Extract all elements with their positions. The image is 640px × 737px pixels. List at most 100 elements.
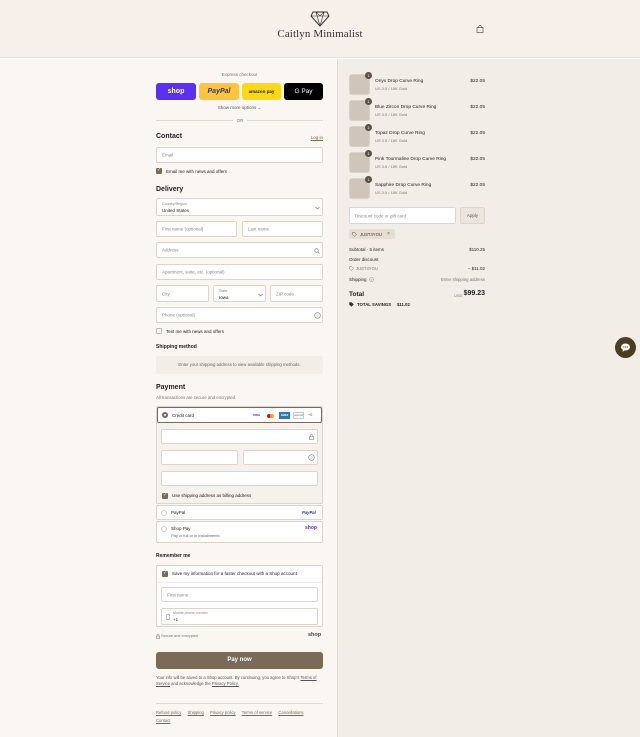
credit-card-option[interactable]: Credit card VISA AMEX DISCOVER +5	[157, 407, 322, 423]
chevron-down-icon	[258, 293, 263, 297]
legal-and: and acknowledge the	[171, 681, 211, 686]
product-thumbnail: 1	[349, 72, 372, 95]
email-news-checkbox[interactable]	[156, 167, 162, 174]
email-placeholder: Email	[162, 152, 174, 158]
first-name-placeholder: First name (optional)	[162, 226, 204, 232]
footer-link-privacy-policy[interactable]: Privacy policy	[210, 710, 236, 715]
site-header: Caitlyn Minimalist	[0, 0, 640, 58]
footer-link-terms-of-service[interactable]: Terms of service	[242, 710, 272, 715]
diamond-logo-icon	[310, 11, 330, 27]
footer-link-cancellations[interactable]: Cancellations	[278, 710, 303, 715]
text-news-checkbox[interactable]	[156, 328, 162, 334]
show-more-options-link[interactable]: Show more options ⌄	[156, 105, 323, 111]
mobile-phone-value: +1	[173, 617, 179, 622]
footer-link-refund-policy[interactable]: Refund policy	[156, 710, 181, 715]
product-thumbnail: 1	[349, 124, 372, 147]
savings-tag-icon	[349, 302, 354, 307]
divider	[157, 582, 322, 583]
login-link[interactable]: Log in	[300, 135, 323, 140]
paypal-radio[interactable]	[161, 510, 167, 516]
card-number-field[interactable]	[161, 429, 318, 444]
subtotal-value: $110.25	[469, 247, 485, 252]
product-variant: US 3.5 / 18K Gold	[375, 112, 408, 117]
product-thumbnail: 1	[349, 150, 372, 173]
product-price: $22.05	[470, 79, 485, 84]
payment-heading: Payment	[156, 384, 186, 391]
phone-field[interactable]: Phone (optional) ?	[156, 307, 323, 323]
state-select[interactable]: State Iowa	[213, 285, 266, 302]
shop-pay-button[interactable]: shop	[156, 83, 196, 100]
contact-heading: Contact	[156, 133, 183, 140]
country-label: Country/Region	[162, 202, 187, 206]
secure-text: Secure and encrypted	[161, 634, 199, 638]
email-field[interactable]: Email	[156, 147, 323, 163]
quantity-badge: 1	[365, 124, 372, 131]
text-news-label: Text me with news and offers	[166, 329, 224, 334]
product-variant: US 3.5 / 18K Gold	[375, 86, 408, 91]
mastercard-icon	[265, 413, 276, 418]
city-field[interactable]: City	[156, 285, 209, 302]
remember-first-name-field[interactable]: First name	[161, 587, 318, 602]
remember-me-heading: Remember me	[156, 553, 191, 559]
product-name: Blue Zircon Drop Curve Ring	[375, 105, 437, 110]
apply-discount-button[interactable]: Apply	[460, 207, 485, 224]
first-name-field[interactable]: First name (optional)	[156, 221, 237, 237]
zip-field[interactable]: ZIP code	[270, 285, 323, 302]
shop-pay-logo: shop	[305, 525, 317, 531]
name-on-card-field[interactable]	[161, 471, 318, 486]
lock-icon	[309, 434, 314, 440]
discount-code-label: JUST4YOU	[356, 266, 378, 271]
paypal-logo: PayPal	[302, 510, 316, 515]
help-icon[interactable]: ?	[308, 454, 315, 461]
help-icon[interactable]: ?	[314, 312, 321, 319]
chevron-down-icon	[315, 206, 320, 210]
total-value: $99.23	[463, 290, 485, 297]
security-code-field[interactable]: ?	[243, 450, 318, 465]
privacy-policy-link[interactable]: Privacy Policy.	[212, 681, 239, 686]
country-select[interactable]: Country/Region United States	[156, 198, 323, 216]
google-pay-button[interactable]: G Pay	[284, 83, 323, 100]
help-icon[interactable]: ?	[369, 277, 374, 282]
billing-address-checkbox[interactable]	[162, 492, 168, 499]
footer-link-shipping[interactable]: Shipping	[188, 710, 204, 715]
product-name: Topaz Drop Curve Ring	[375, 131, 425, 136]
mobile-phone-field[interactable]: Mobile phone number +1	[161, 608, 318, 625]
delivery-heading: Delivery	[156, 186, 184, 193]
shop-pay-option[interactable]: Shop Pay Pay in full or in installments …	[156, 521, 323, 543]
credit-card-radio[interactable]	[162, 412, 168, 418]
billing-address-label: Use shipping address as billing address	[172, 493, 252, 498]
discount-code-placeholder: Discount code or gift card	[355, 213, 407, 218]
email-news-label: Email me with news and offers	[166, 169, 227, 174]
quantity-badge: 1	[365, 150, 372, 157]
paypal-button[interactable]: PayPal	[199, 83, 239, 100]
shop-pay-radio[interactable]	[161, 526, 167, 532]
shop-pay-label: Shop Pay	[171, 526, 191, 531]
divider	[156, 703, 323, 704]
product-name: Sapphire Drop Curve Ring	[375, 183, 432, 188]
tag-icon	[349, 266, 354, 271]
remove-discount-icon[interactable]: ×	[387, 231, 390, 237]
address-field[interactable]: Address	[156, 242, 323, 258]
pay-now-button[interactable]: Pay now	[156, 652, 323, 669]
subtotal-label: Subtotal · 5 items	[349, 247, 385, 252]
chat-button[interactable]	[615, 337, 636, 358]
remember-first-name-placeholder: First name	[167, 592, 189, 597]
product-thumbnail: 1	[349, 98, 372, 121]
amazon-pay-button[interactable]: amazon pay	[242, 83, 281, 100]
shipping-method-heading: Shipping method	[156, 344, 197, 350]
last-name-field[interactable]: Last name	[242, 221, 323, 237]
product-price: $22.05	[470, 157, 485, 162]
product-variant: US 3.5 / 18K Gold	[375, 164, 408, 169]
shipping-value: Enter shipping address	[441, 277, 485, 282]
apartment-field[interactable]: Apartment, suite, etc. (optional)	[156, 264, 323, 280]
paypal-option[interactable]: PayPal PayPal	[156, 505, 323, 520]
discount-code-field[interactable]: Discount code or gift card	[349, 207, 456, 224]
applied-discount-tag: JUST4YOU ×	[349, 229, 395, 239]
svg-text:?: ?	[316, 313, 319, 318]
footer-link-contact[interactable]: Contact	[156, 718, 170, 723]
shopping-bag-icon[interactable]	[476, 25, 484, 33]
or-separator: OR	[233, 118, 247, 123]
expiry-field[interactable]	[161, 450, 238, 465]
save-info-checkbox[interactable]	[162, 570, 168, 577]
store-logo[interactable]: Caitlyn Minimalist	[260, 11, 380, 40]
